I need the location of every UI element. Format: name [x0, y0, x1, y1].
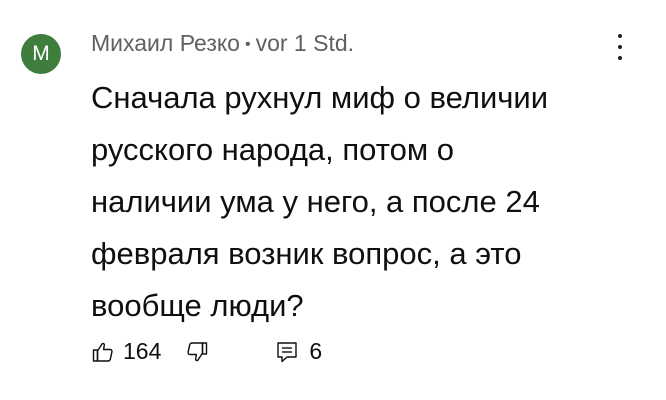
more-dot — [618, 56, 622, 60]
like-count: 164 — [123, 338, 162, 364]
separator-dot: • — [244, 36, 251, 53]
comment-actions: 164 6 — [91, 338, 322, 365]
more-dot — [618, 45, 622, 49]
timestamp[interactable]: vor 1 Std. — [256, 30, 354, 56]
thumbs-up-icon — [92, 342, 113, 362]
reply-count: 6 — [309, 338, 323, 364]
dislike-button[interactable] — [185, 340, 209, 364]
reply-button[interactable] — [275, 340, 299, 364]
author-name[interactable]: Михаил Резко — [91, 30, 240, 56]
thumbs-down-icon — [187, 341, 208, 361]
reply-comment-icon — [277, 341, 298, 362]
more-dot — [618, 34, 622, 38]
comment-header: Михаил Резко • vor 1 Std. — [91, 30, 354, 57]
avatar[interactable]: М — [21, 34, 61, 74]
like-button[interactable] — [91, 340, 115, 364]
comment-text: Сначала рухнул миф о величии русского на… — [91, 80, 549, 323]
more-options-icon[interactable] — [612, 32, 628, 62]
